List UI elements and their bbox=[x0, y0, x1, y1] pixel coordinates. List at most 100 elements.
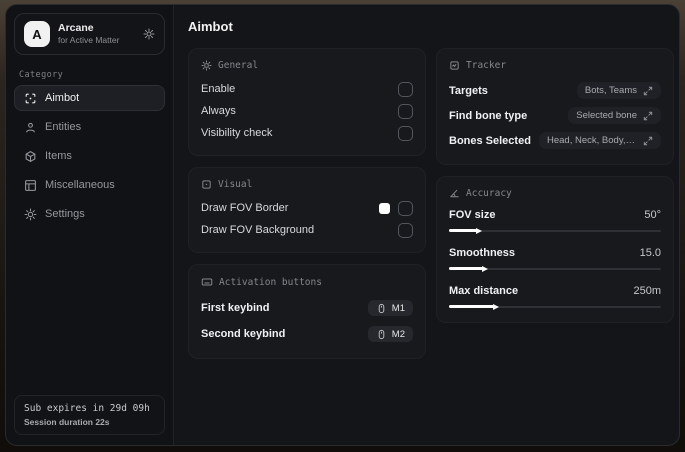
slider-fill bbox=[449, 227, 482, 234]
app-window: A Arcane for Active Matter Category Aimb… bbox=[5, 4, 680, 446]
dropdown-value: Selected bone bbox=[576, 110, 637, 121]
fov-border-color-swatch[interactable] bbox=[379, 202, 390, 214]
slider-thumb[interactable] bbox=[475, 227, 482, 234]
smoothness-slider[interactable] bbox=[449, 264, 661, 273]
grid-layout-icon bbox=[24, 179, 37, 192]
setting-row-first-keybind: First keybind M1 bbox=[201, 295, 413, 321]
right-column: Tracker Targets Bots, Teams Find bone ty… bbox=[436, 48, 674, 323]
section-title: Visual bbox=[218, 179, 253, 190]
page-title: Aimbot bbox=[188, 19, 233, 34]
sidebar-item-label: Items bbox=[45, 150, 72, 162]
fov-size-slider[interactable] bbox=[449, 226, 661, 235]
person-icon bbox=[24, 121, 37, 134]
setting-row-enable: Enable bbox=[201, 78, 413, 100]
smoothness-setting: Smoothness 15.0 bbox=[449, 244, 661, 273]
setting-label: Visibility check bbox=[201, 127, 273, 139]
setting-row-fov-background: Draw FOV Background bbox=[201, 219, 413, 241]
activation-buttons-section: Activation buttons First keybind M1 Seco… bbox=[188, 264, 426, 359]
first-keybind-button[interactable]: M1 bbox=[367, 300, 413, 316]
slider-thumb[interactable] bbox=[481, 265, 488, 272]
enable-checkbox[interactable] bbox=[398, 81, 413, 97]
subscription-info-card: Sub expires in 29d 09h Session duration … bbox=[14, 395, 165, 435]
crosshair-frame-icon bbox=[24, 92, 37, 105]
expand-icon bbox=[643, 86, 653, 96]
accuracy-section: Accuracy FOV size 50° Smoothness 15.0 Ma… bbox=[436, 176, 674, 323]
sidebar-item-label: Entities bbox=[45, 121, 82, 133]
setting-row-always: Always bbox=[201, 100, 413, 122]
setting-label: Max distance bbox=[449, 285, 519, 297]
sidebar-item-label: Settings bbox=[45, 208, 85, 220]
slider-value: 250m bbox=[633, 285, 661, 297]
tracker-section: Tracker Targets Bots, Teams Find bone ty… bbox=[436, 48, 674, 165]
setting-row-bones-selected: Bones Selected Head, Neck, Body, Pe.. bbox=[449, 128, 661, 153]
visibility-check-checkbox[interactable] bbox=[398, 125, 413, 141]
setting-label: Find bone type bbox=[449, 109, 528, 122]
sidebar-item-items[interactable]: Items bbox=[14, 143, 165, 169]
sidebar-item-miscellaneous[interactable]: Miscellaneous bbox=[14, 172, 165, 198]
setting-label: FOV size bbox=[449, 209, 496, 221]
gear-icon[interactable] bbox=[143, 28, 155, 40]
setting-label: Enable bbox=[201, 83, 236, 95]
setting-row-find-bone-type: Find bone type Selected bone bbox=[449, 103, 661, 128]
section-title: General bbox=[218, 60, 259, 71]
angle-icon bbox=[449, 188, 460, 199]
setting-label: Draw FOV Background bbox=[201, 224, 315, 236]
sidebar: A Arcane for Active Matter Category Aimb… bbox=[6, 5, 174, 445]
setting-label: Second keybind bbox=[201, 328, 286, 340]
fov-background-checkbox[interactable] bbox=[398, 222, 413, 238]
second-keybind-button[interactable]: M2 bbox=[367, 326, 413, 342]
slider-fill bbox=[449, 265, 488, 272]
expand-icon bbox=[643, 111, 653, 121]
setting-label: First keybind bbox=[201, 302, 270, 314]
section-title: Activation buttons bbox=[219, 276, 322, 288]
activity-square-icon bbox=[449, 60, 460, 71]
sidebar-item-settings[interactable]: Settings bbox=[14, 201, 165, 227]
keybind-value: M2 bbox=[391, 328, 405, 340]
visual-section: Visual Draw FOV Border Draw FOV Backgrou… bbox=[188, 167, 426, 253]
always-checkbox[interactable] bbox=[398, 103, 413, 119]
keybind-value: M1 bbox=[391, 302, 405, 314]
setting-row-targets: Targets Bots, Teams bbox=[449, 78, 661, 103]
setting-label: Bones Selected bbox=[449, 134, 531, 147]
gear-icon bbox=[201, 60, 212, 71]
find-bone-type-dropdown[interactable]: Selected bone bbox=[568, 107, 661, 124]
targets-dropdown[interactable]: Bots, Teams bbox=[576, 82, 661, 99]
keyboard-icon bbox=[201, 276, 213, 288]
setting-row-second-keybind: Second keybind M2 bbox=[201, 321, 413, 347]
category-nav: Aimbot Entities Items Miscellaneous Sett… bbox=[6, 85, 173, 230]
app-logo: A bbox=[24, 21, 50, 47]
setting-label: Draw FOV Border bbox=[201, 202, 289, 214]
dropdown-value: Head, Neck, Body, Pe.. bbox=[547, 135, 637, 146]
category-label: Category bbox=[19, 70, 64, 80]
gear-icon bbox=[24, 208, 37, 221]
bones-selected-dropdown[interactable]: Head, Neck, Body, Pe.. bbox=[539, 132, 661, 149]
expand-icon bbox=[643, 136, 653, 146]
brand-card: A Arcane for Active Matter bbox=[14, 13, 165, 55]
setting-label: Always bbox=[201, 105, 236, 117]
sidebar-item-label: Aimbot bbox=[45, 92, 80, 104]
setting-label: Smoothness bbox=[449, 247, 516, 259]
mouse-icon bbox=[376, 329, 387, 340]
brand-title: Arcane bbox=[58, 22, 94, 35]
cube-icon bbox=[24, 150, 37, 163]
brand-subtitle: for Active Matter bbox=[58, 35, 120, 46]
setting-label: Targets bbox=[449, 84, 488, 97]
focus-square-icon bbox=[201, 179, 212, 190]
sub-expires-text: Sub expires in 29d 09h bbox=[24, 403, 150, 414]
general-section: General Enable Always Visibility check bbox=[188, 48, 426, 156]
sidebar-item-entities[interactable]: Entities bbox=[14, 114, 165, 140]
slider-thumb[interactable] bbox=[492, 303, 499, 310]
mouse-icon bbox=[376, 303, 387, 314]
slider-value: 50° bbox=[644, 209, 661, 221]
session-duration-text: Session duration 22s bbox=[24, 417, 110, 427]
fov-border-checkbox[interactable] bbox=[398, 200, 413, 216]
slider-value: 15.0 bbox=[639, 247, 661, 259]
section-title: Accuracy bbox=[466, 188, 512, 199]
setting-row-visibility-check: Visibility check bbox=[201, 122, 413, 144]
max-distance-slider[interactable] bbox=[449, 302, 661, 311]
left-column: General Enable Always Visibility check V… bbox=[188, 48, 426, 359]
sidebar-item-aimbot[interactable]: Aimbot bbox=[14, 85, 165, 111]
sidebar-item-label: Miscellaneous bbox=[45, 179, 115, 191]
fov-size-setting: FOV size 50° bbox=[449, 206, 661, 235]
setting-row-fov-border: Draw FOV Border bbox=[201, 197, 413, 219]
